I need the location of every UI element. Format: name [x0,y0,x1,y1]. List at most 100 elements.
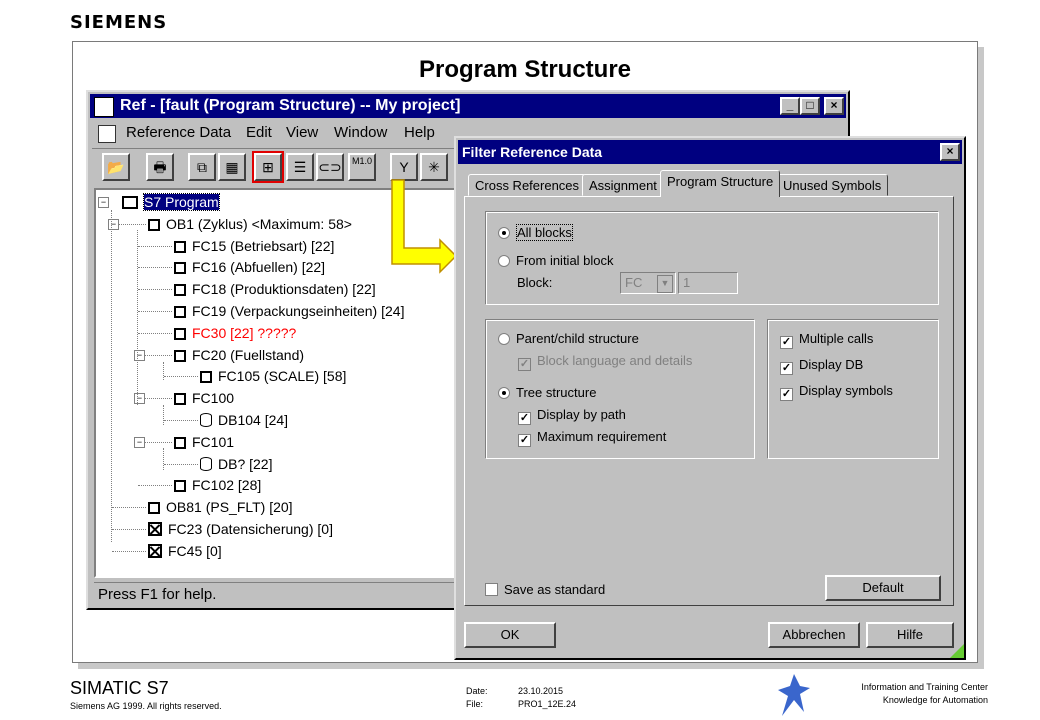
tree-node[interactable]: FC19 (Verpackungseinheiten) [24] [174,301,404,321]
checkmark-icon: ✓ [518,412,531,425]
center-line-2: Knowledge for Automation [882,695,988,705]
multiple-calls-checkbox[interactable]: ✓ Multiple calls [780,330,873,349]
radio-selected-icon [498,387,510,399]
tree-connector [112,529,146,530]
assignment-icon[interactable]: ▦ [218,153,246,181]
tree-node[interactable]: FC102 [28] [174,475,261,495]
tree-guide-line [137,230,138,405]
tree-node[interactable]: OB1 (Zyklus) <Maximum: 58> [148,214,352,234]
tree-node[interactable]: FC100 [174,388,234,408]
dialog-title: Filter Reference Data [462,144,603,160]
checkmark-icon: ✓ [780,362,793,375]
block-type-combo[interactable]: FC ▼ [620,272,676,294]
tab-assignment[interactable]: Assignment [582,174,664,196]
menu-view[interactable]: View [286,124,318,141]
tab-cross-references[interactable]: Cross References [468,174,587,196]
default-button[interactable]: Default [825,575,941,601]
menu-reference-data[interactable]: Reference Data [126,124,231,141]
maximize-button[interactable]: □ [800,97,820,115]
display-symbols-checkbox[interactable]: ✓ Display symbols [780,382,893,401]
tree-node[interactable]: FC16 (Abfuellen) [22] [174,257,325,277]
address-icon[interactable]: M1.0 [348,153,376,181]
tree-node-label: FC23 (Datensicherung) [0] [168,521,333,537]
collapse-toggle-icon[interactable]: − [134,436,145,448]
tree-node[interactable]: OB81 (PS_FLT) [20] [148,497,293,517]
tree-view-icon[interactable]: ☰ [286,153,314,181]
help-button[interactable]: Hilfe [866,622,954,648]
block-language-checkbox[interactable]: ✓ Block language and details [518,352,692,371]
tree-guide-line [163,362,164,380]
center-line-1: Information and Training Center [861,682,988,692]
tree-node[interactable]: FC45 [0] [148,541,222,561]
tree-node-label: FC30 [22] ????? [192,324,297,341]
display-options-group: ✓ Multiple calls ✓ Display DB ✓ Display sym… [767,319,939,459]
max-requirement-checkbox[interactable]: ✓ Maximum requirement [518,428,666,447]
tree-connector [164,463,198,465]
copyright: Siemens AG 1999. All rights reserved. [70,701,222,711]
block-icon [174,306,186,318]
tree-node[interactable]: DB104 [24] [200,410,288,430]
tree-node[interactable]: FC20 (Fuellstand) [174,345,304,365]
block-icon [148,502,160,515]
tree-connector [138,332,172,334]
folder-icon [122,196,138,209]
print-icon[interactable]: 🖶 [146,153,174,181]
slide-title: Program Structure [418,56,632,83]
new-window-icon[interactable]: ✳ [420,153,448,181]
tab-unused-symbols[interactable]: Unused Symbols [776,174,889,196]
dialog-close-button[interactable]: × [940,143,960,161]
dialog-titlebar[interactable]: Filter Reference Data × [458,140,962,164]
resize-grip-icon[interactable] [950,644,964,658]
tree-connector [138,289,172,291]
close-button[interactable]: × [824,97,844,115]
tree-node-label: OB1 (Zyklus) <Maximum: 58> [166,215,352,232]
tree-node[interactable]: DB? [22] [200,454,272,474]
unused-symbols-icon[interactable]: ⊂⊃ [316,153,344,181]
filter-icon[interactable]: Y [390,153,418,181]
from-initial-block-radio[interactable]: From initial block [498,252,614,270]
menu-edit[interactable]: Edit [246,124,272,141]
collapse-toggle-icon[interactable]: − [108,218,119,230]
structure-type-group: Parent/child structure ✓ Block language a… [485,319,755,459]
open-folder-icon[interactable]: 📂 [102,153,130,181]
minimize-button[interactable]: _ [780,97,800,115]
display-db-checkbox[interactable]: ✓ Display DB [780,356,863,375]
app-icon[interactable] [94,97,114,117]
all-blocks-radio[interactable]: All blocks [498,224,573,242]
collapse-toggle-icon[interactable]: − [134,349,145,361]
tree-structure-radio[interactable]: Tree structure [498,384,596,402]
tree-node[interactable]: S7 Program [122,192,220,212]
ok-button[interactable]: OK [464,622,556,648]
tree-node[interactable]: FC18 (Produktionsdaten) [22] [174,279,376,299]
chevron-down-icon[interactable]: ▼ [657,275,673,293]
tree-node[interactable]: FC23 (Datensicherung) [0] [148,519,333,539]
tree-node[interactable]: FC101 [174,432,234,452]
collapse-toggle-icon[interactable]: − [134,393,145,405]
block-icon [174,349,186,362]
tree-connector [138,311,172,312]
tree-connector [164,420,198,421]
window-titlebar[interactable]: Ref - [fault (Program Structure) -- My p… [90,94,846,118]
cancel-button[interactable]: Abbrechen [768,622,860,648]
parent-child-radio[interactable]: Parent/child structure [498,330,639,348]
cross-reference-icon[interactable]: ⧉ [188,153,216,181]
display-by-path-checkbox[interactable]: ✓ Display by path [518,406,626,425]
checkmark-icon: ✓ [780,336,793,349]
tab-program-structure[interactable]: Program Structure [660,170,781,197]
program-structure-icon[interactable]: ⊞ [252,151,284,183]
collapse-toggle-icon[interactable]: − [98,197,109,208]
tree-node[interactable]: FC105 (SCALE) [58] [200,366,346,386]
menu-window[interactable]: Window [334,124,387,141]
document-menu-icon[interactable] [98,125,116,143]
block-number-value: 1 [683,275,691,290]
tree-node-label: FC15 (Betriebsart) [22] [192,237,335,254]
tree-node-label: FC16 (Abfuellen) [22] [192,259,326,276]
tree-node[interactable]: FC15 (Betriebsart) [22] [174,236,334,256]
tree-node-label: DB104 [24] [218,412,289,428]
save-as-standard-checkbox[interactable]: Save as standard [485,581,605,599]
tree-node[interactable]: FC30 [22] ????? [174,323,296,343]
menu-help[interactable]: Help [404,124,435,141]
program-structure-tree[interactable]: S7 Program − OB1 (Zyklus) <Maximum: 58> − FC… [94,188,456,578]
from-initial-block-label: From initial block [516,253,614,268]
block-number-field[interactable]: 1 [678,272,738,294]
